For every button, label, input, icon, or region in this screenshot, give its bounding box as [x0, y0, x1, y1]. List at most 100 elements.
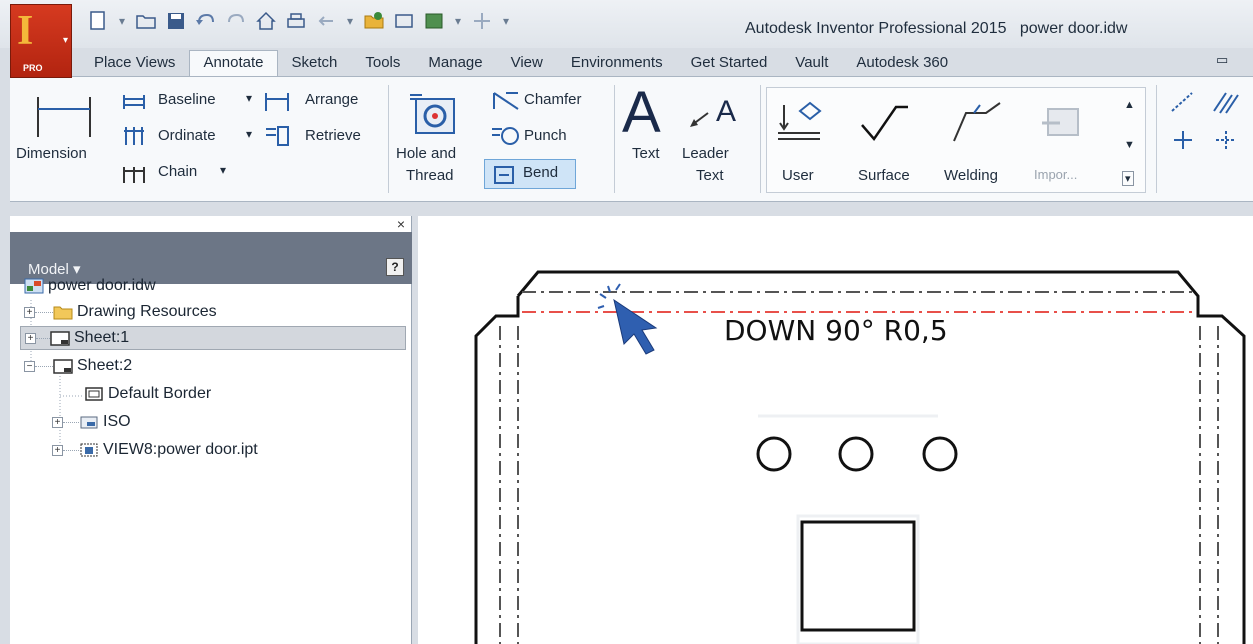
tree-item-sheet-2[interactable]: − Sheet:2: [24, 354, 132, 378]
dropdown-arrow-icon[interactable]: ▾: [116, 14, 128, 28]
center-pattern-icon[interactable]: [1214, 129, 1238, 151]
ribbon-separator: [760, 85, 761, 193]
user-symbol-icon: [778, 101, 822, 140]
expand-icon[interactable]: +: [52, 444, 63, 456]
redo-icon[interactable]: [224, 9, 248, 33]
import-label: Impor...: [1034, 167, 1078, 182]
dropdown-arrow-icon[interactable]: ▾: [452, 14, 464, 28]
tab-manage[interactable]: Manage: [414, 50, 496, 76]
text-icon: A: [622, 80, 661, 145]
ribbon-panel: Dimension Baseline ▾ Ordinate ▾ Chain ▾ …: [10, 76, 1253, 202]
leader-text-icon: A: [690, 95, 736, 128]
hole-thread-icon: [410, 94, 455, 134]
tab-vault[interactable]: Vault: [781, 50, 842, 76]
leader-text-label: Text: [696, 167, 724, 184]
bend-note-label[interactable]: DOWN 90° R0,5: [724, 314, 948, 347]
chevron-up-icon[interactable]: ▲: [1124, 99, 1135, 111]
dimension-label: Dimension: [16, 145, 87, 162]
dimension-icon: [37, 97, 91, 137]
gallery-scroll[interactable]: ▲ ▼ ▾: [1116, 89, 1142, 189]
tab-get-started[interactable]: Get Started: [677, 50, 782, 76]
tree-item-label: Sheet:1: [74, 329, 130, 346]
expand-gallery-icon[interactable]: ▾: [1122, 171, 1134, 186]
leader-label: Leader: [682, 145, 729, 162]
tree-item-iso[interactable]: + ISO: [52, 410, 131, 434]
hatch-icon[interactable]: [1210, 89, 1240, 115]
dropdown-arrow-icon[interactable]: ▾: [344, 14, 356, 28]
title-block-icon: [80, 416, 98, 429]
tab-environments[interactable]: Environments: [557, 50, 677, 76]
crosshair-icon[interactable]: [1172, 129, 1194, 151]
chamfer-label: Chamfer: [524, 91, 582, 108]
tab-annotate[interactable]: Annotate: [189, 50, 278, 76]
application-menu-button[interactable]: I PRO ▾: [10, 4, 72, 78]
baseline-label: Baseline: [158, 91, 216, 108]
arrange-label: Arrange: [305, 91, 359, 108]
tab-place-views[interactable]: Place Views: [80, 50, 189, 76]
tree-item-view8[interactable]: + VIEW8:power door.ipt: [52, 438, 258, 462]
ribbon-display-toggle-icon[interactable]: ▭: [1216, 52, 1228, 68]
surface-label: Surface: [858, 167, 910, 184]
sheet-icon: [53, 359, 73, 374]
user-label: User: [782, 167, 814, 184]
tree-item-drawing-resources[interactable]: + Drawing Resources: [24, 300, 217, 324]
ribbon-separator: [614, 85, 615, 193]
retrieve-label: Retrieve: [305, 127, 361, 144]
tree-item-root[interactable]: power door.idw: [24, 274, 156, 298]
hole-2: [838, 436, 874, 472]
bend-button[interactable]: Bend: [484, 159, 576, 189]
model-browser-panel: × Model ▾ ? power door.idw + Drawing Res…: [10, 216, 412, 644]
tree-item-label: Sheet:2: [77, 357, 133, 374]
bend-label: Bend: [523, 164, 559, 181]
window-title: Autodesk Inventor Professional 2015 powe…: [745, 20, 1128, 37]
new-icon[interactable]: [86, 9, 110, 33]
chevron-down-icon[interactable]: ▾: [246, 127, 252, 141]
tab-sketch[interactable]: Sketch: [278, 50, 352, 76]
ordinate-label: Ordinate: [158, 127, 216, 144]
view-icon[interactable]: [422, 9, 446, 33]
bend-icon: [494, 166, 514, 184]
pro-badge: PRO: [23, 63, 43, 73]
chevron-down-icon[interactable]: ▾: [246, 91, 252, 105]
image-icon[interactable]: [392, 9, 416, 33]
folder-icon[interactable]: [362, 9, 386, 33]
text-label: Text: [632, 145, 660, 162]
expand-icon[interactable]: +: [25, 332, 36, 344]
back-icon[interactable]: [314, 9, 338, 33]
line-icon[interactable]: [1168, 89, 1196, 115]
ghost-view: [758, 414, 938, 644]
print-icon[interactable]: [284, 9, 308, 33]
title-bar: I PRO ▾ ▾ ▾ ▾ ▾ Autodesk Inventor Profes…: [0, 0, 1253, 78]
rect-cutout: [800, 520, 916, 632]
tree-item-label: ISO: [103, 413, 131, 430]
retrieve-icon: [266, 126, 289, 146]
ordinate-icon: [124, 127, 144, 145]
drawing-canvas[interactable]: DOWN 90° R0,5: [418, 216, 1253, 644]
chevron-down-icon[interactable]: ▼: [1124, 139, 1135, 151]
arrange-icon: [265, 93, 289, 111]
tab-view[interactable]: View: [497, 50, 557, 76]
ribbon-tabs: Place Views Annotate Sketch Tools Manage…: [80, 50, 962, 76]
tab-autodesk-360[interactable]: Autodesk 360: [842, 50, 962, 76]
add-icon[interactable]: [470, 9, 494, 33]
open-icon[interactable]: [134, 9, 158, 33]
save-icon[interactable]: [164, 9, 188, 33]
expand-icon[interactable]: +: [52, 416, 63, 428]
customize-icon[interactable]: ▾: [500, 14, 512, 28]
thread-label: Thread: [406, 167, 454, 184]
home-icon[interactable]: [254, 9, 278, 33]
tree-item-label: Drawing Resources: [77, 303, 217, 320]
tree-item-sheet-1[interactable]: + Sheet:1: [20, 326, 406, 350]
chevron-down-icon[interactable]: ▾: [220, 163, 226, 177]
tab-tools[interactable]: Tools: [351, 50, 414, 76]
expand-icon[interactable]: +: [24, 306, 35, 318]
quick-access-toolbar: ▾ ▾ ▾ ▾: [86, 4, 512, 38]
collapse-icon[interactable]: −: [24, 360, 35, 372]
welding-label: Welding: [944, 167, 998, 184]
undo-icon[interactable]: [194, 9, 218, 33]
hole-and-label: Hole and: [396, 145, 457, 162]
tree-item-default-border[interactable]: Default Border: [84, 382, 211, 406]
welding-icon: [953, 102, 1001, 142]
border-icon: [85, 387, 103, 401]
sheet-icon: [50, 331, 70, 346]
